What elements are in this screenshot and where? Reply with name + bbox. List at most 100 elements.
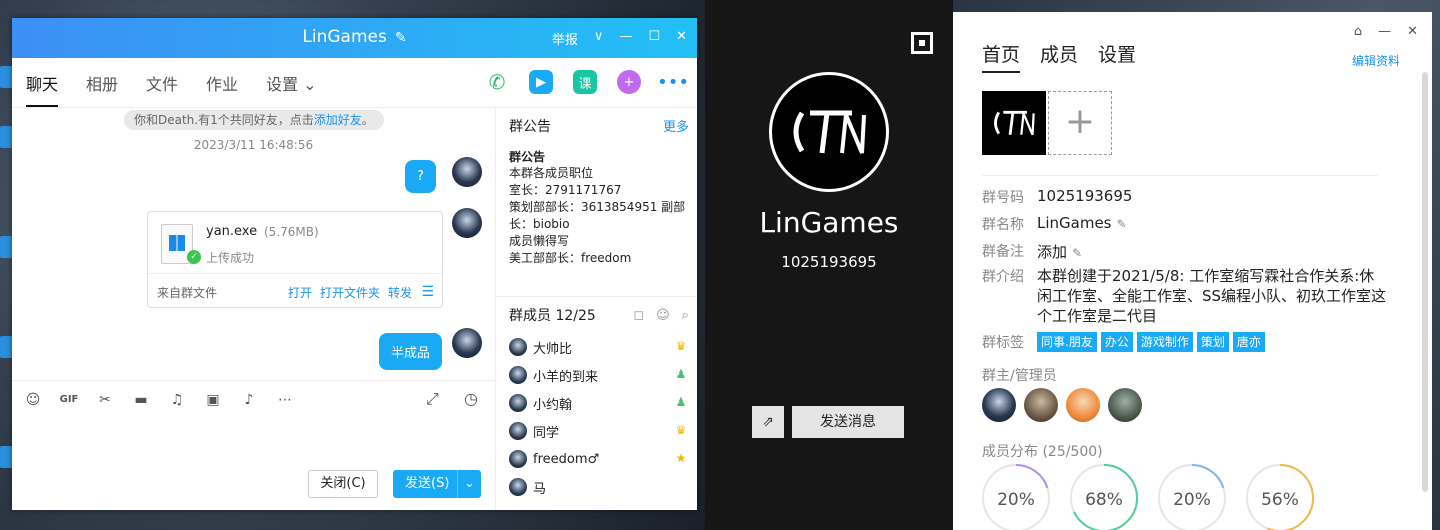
message-input[interactable]: 关闭(C) 发送(S) ⌄ [12,418,495,510]
announcement-panel: 群公告 更多 群公告 本群各成员职位 室长：2791171767 策划部部长：3… [509,116,689,267]
owner-icon: ♛ [675,339,687,353]
add-photo-button[interactable]: + [1048,91,1112,155]
announcement-line: 本群各成员职位 [509,166,594,180]
owner-icon: ♛ [675,423,687,437]
avatar[interactable] [1108,388,1142,422]
course-icon[interactable]: 课 [573,70,597,94]
file-card[interactable]: ✓ yan.exe (5.76MB) 上传成功 来自群文件 打开 打开文件夹 转… [147,211,443,308]
avatar[interactable] [1024,388,1058,422]
avatar[interactable] [452,208,482,238]
group-sidebar: 群公告 更多 群公告 本群各成员职位 室长：2791171767 策划部部长：3… [495,108,697,510]
member-item[interactable]: freedom♂ ★ [509,445,689,473]
avatar [509,338,527,356]
member-item[interactable]: 大帅比 ♛ [509,333,689,361]
avatar[interactable] [452,328,482,358]
avatar[interactable] [1066,388,1100,422]
file-size: (5.76MB) [264,225,319,239]
minimize-button[interactable]: — [1378,24,1391,39]
send-button[interactable]: 发送(S) ⌄ [393,470,481,498]
group-avatar-thumb[interactable] [982,91,1046,155]
tag[interactable]: 办公 [1100,332,1133,352]
voice-call-icon[interactable]: ✆ [485,70,509,94]
forward-link[interactable]: 转发 [388,284,412,301]
mute-bell-icon[interactable]: ♪ [238,389,260,411]
gif-icon[interactable]: GIF [58,389,80,411]
maximize-button[interactable]: ☐ [648,29,660,48]
minimize-button[interactable]: — [619,29,632,48]
scrollbar[interactable] [1422,72,1428,492]
file-name: yan.exe [206,224,258,239]
pin-icon[interactable]: ⌂ [1354,24,1362,39]
tab-home[interactable]: 首页 [982,40,1021,73]
chat-bubble-icon[interactable]: ◻ [633,308,644,323]
input-toolbar: ☺ GIF ✂ ▬ ♫ ▣ ♪ ⋯ ⤢ ◷ [12,380,495,418]
tab-album[interactable]: 相册 [86,59,118,107]
avatar[interactable] [982,388,1016,422]
video-call-icon[interactable]: ▶ [529,70,553,94]
share-icon[interactable]: ⇗ [752,406,784,438]
edit-profile-link[interactable]: 编辑资料 [1352,52,1400,69]
add-note-link[interactable]: 添加 ✎ [1037,241,1082,262]
member-item[interactable]: 同学 ♛ [509,417,689,445]
window-controls: 举报 ∨ — ☐ ✕ [552,29,687,48]
tag[interactable]: 游戏制作 [1136,332,1193,352]
image-icon[interactable]: ▣ [202,389,224,411]
open-file-link[interactable]: 打开 [288,284,312,301]
close-window-button[interactable]: ✕ [1407,24,1418,39]
music-icon[interactable]: ♫ [166,389,188,411]
info-tabs: 首页 成员 设置 [982,40,1136,73]
edit-pen-icon[interactable]: ✎ [395,30,407,46]
chevron-down-icon[interactable]: ∨ [594,29,604,48]
edit-pen-icon[interactable]: ✎ [1117,217,1127,231]
avatar[interactable] [452,157,482,187]
tag[interactable]: 策划 [1196,332,1229,352]
group-id: 1025193695 [781,253,877,271]
group-tags-row: 群标签 同事.朋友 办公 游戏制作 策划 唐亦 [982,332,1265,352]
distribution-percent: 20% [997,490,1035,510]
menu-icon[interactable]: ☰ [421,284,434,300]
open-folder-link[interactable]: 打开文件夹 [320,284,380,301]
admin-avatars [982,388,1142,422]
tab-homework[interactable]: 作业 [206,59,238,107]
tab-settings[interactable]: 设置 [1098,40,1136,73]
close-window-button[interactable]: ✕ [676,29,687,48]
member-item[interactable]: 小约翰 ♟ [509,389,689,417]
group-name-row: 群名称 LinGames ✎ [982,214,1127,233]
tag[interactable]: 唐亦 [1232,332,1265,352]
qr-code-icon[interactable] [911,32,933,54]
add-friend-link[interactable]: 添加好友 [314,113,362,127]
tab-chat[interactable]: 聊天 [26,59,59,107]
search-icon[interactable]: ⌕ [682,308,689,323]
folder-icon[interactable]: ▬ [130,389,152,411]
admin-icon: ♟ [675,395,687,409]
emoji-icon[interactable]: ☺ [22,389,44,411]
chat-title-bar: LinGames ✎ 举报 ∨ — ☐ ✕ [12,18,697,58]
more-icon[interactable]: ••• [657,70,689,94]
more-icon[interactable]: ⋯ [274,389,296,411]
member-item[interactable]: 马 [509,473,689,501]
tab-members[interactable]: 成员 [1040,40,1078,73]
upload-status: 上传成功 [206,251,255,265]
send-message-button[interactable]: 发送消息 [792,406,904,438]
close-button[interactable]: 关闭(C) [308,470,378,498]
group-logo [769,72,889,192]
report-button[interactable]: 举报 [552,29,578,48]
avatar [509,422,527,440]
more-link[interactable]: 更多 [663,116,689,135]
expand-icon[interactable]: ⤢ [426,389,439,409]
message-area: 你和Death.有1个共同好友，点击添加好友。 2023/3/11 16:48:… [12,108,495,380]
announcement-line: 美工部部长：freedom [509,251,632,265]
scissors-icon[interactable]: ✂ [94,389,116,411]
add-app-icon[interactable]: + [617,70,641,94]
add-member-icon[interactable]: ☺ [656,308,670,323]
tab-settings[interactable]: 设置 ⌄ [266,59,317,107]
chat-tabs: 聊天 相册 文件 作业 设置 ⌄ ✆ ▶ 课 + ••• [12,58,697,108]
member-item[interactable]: 小羊的到来 ♟ [509,361,689,389]
history-icon[interactable]: ◷ [464,389,478,408]
tag[interactable]: 同事.朋友 [1037,332,1097,352]
chevron-down-icon: ⌄ [303,74,317,94]
tab-files[interactable]: 文件 [146,59,178,107]
chevron-down-icon[interactable]: ⌄ [457,470,481,498]
distribution-rings: 20% 68% 20% 56% [982,464,1314,530]
admin-icon: ♟ [675,367,687,381]
